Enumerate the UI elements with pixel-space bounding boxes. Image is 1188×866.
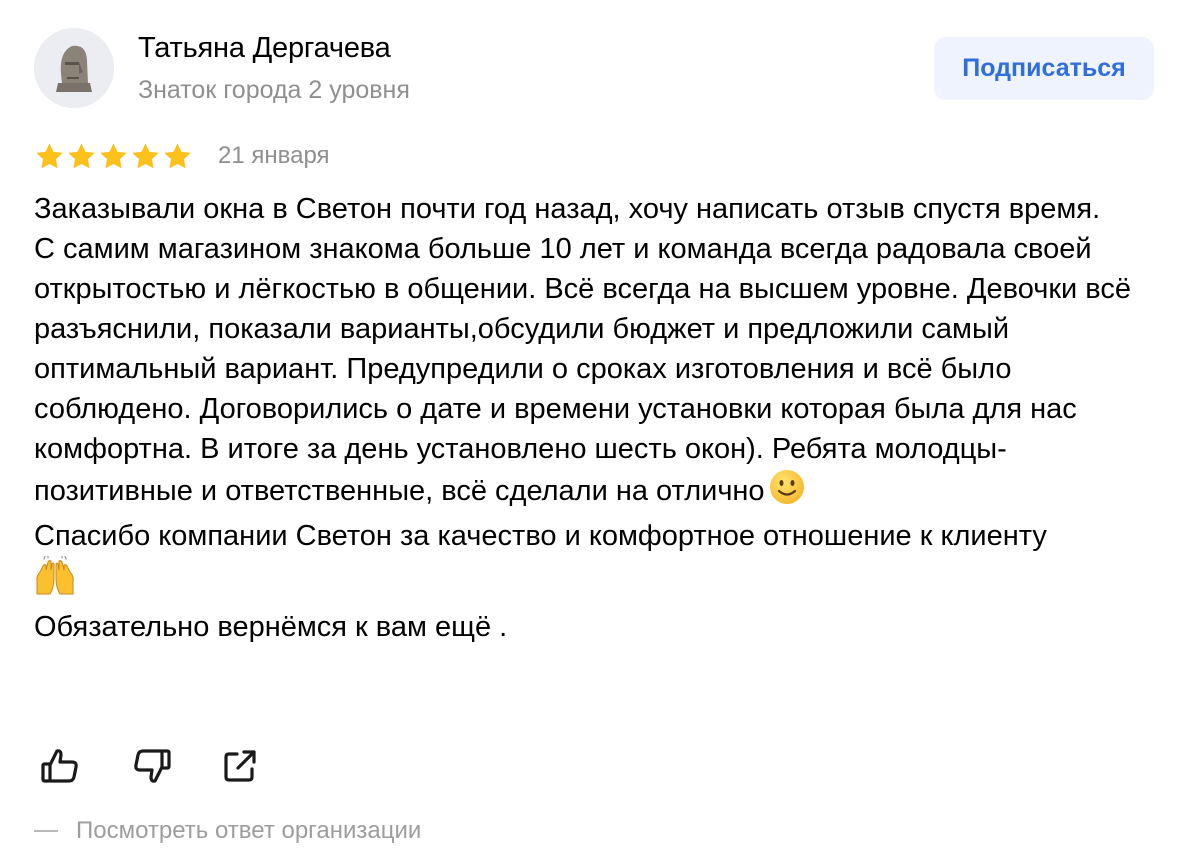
review-date: 21 января [218, 142, 330, 169]
review-paragraph-text: С самим магазином знакома больше 10 лет … [34, 233, 1131, 507]
view-org-reply-label: Посмотреть ответ организации [76, 817, 422, 844]
review-paragraph: Спасибо компании Светон за качество и ко… [34, 520, 1047, 552]
review-text: Заказывали окна в Светон почти год назад… [34, 189, 1164, 647]
star-icon [68, 143, 95, 169]
divider-dash [34, 830, 58, 832]
thumbs-down-icon [134, 749, 171, 783]
thumbs-up-icon [41, 749, 78, 783]
author-level: Знаток города 2 уровня [138, 76, 410, 104]
moai-statue-icon [34, 28, 114, 108]
star-icon [36, 143, 63, 169]
review-card: Татьяна Дергачева Знаток города 2 уровня… [0, 0, 1188, 866]
review-paragraph: Заказывали окна в Светон почти год назад… [34, 193, 1101, 225]
review-paragraph: С самим магазином знакома больше 10 лет … [34, 229, 1164, 516]
review-paragraph: Обязательно вернёмся к вам ещё . [34, 611, 508, 643]
author-name[interactable]: Татьяна Дергачева [138, 32, 391, 65]
review-paragraph [34, 554, 1164, 607]
like-button[interactable] [38, 744, 82, 788]
star-icon [164, 143, 191, 169]
dislike-button[interactable] [130, 744, 174, 788]
star-icon [100, 143, 127, 169]
view-org-reply-link[interactable]: Посмотреть ответ организации [34, 817, 421, 845]
star-icon [132, 143, 159, 169]
slightly-smiling-face-emoji [769, 469, 805, 516]
share-button[interactable] [218, 744, 262, 788]
subscribe-button[interactable]: Подписаться [934, 37, 1154, 100]
author-avatar[interactable] [34, 28, 114, 108]
star-rating [34, 141, 193, 173]
raising-hands-emoji [34, 554, 76, 607]
share-icon [224, 750, 256, 782]
